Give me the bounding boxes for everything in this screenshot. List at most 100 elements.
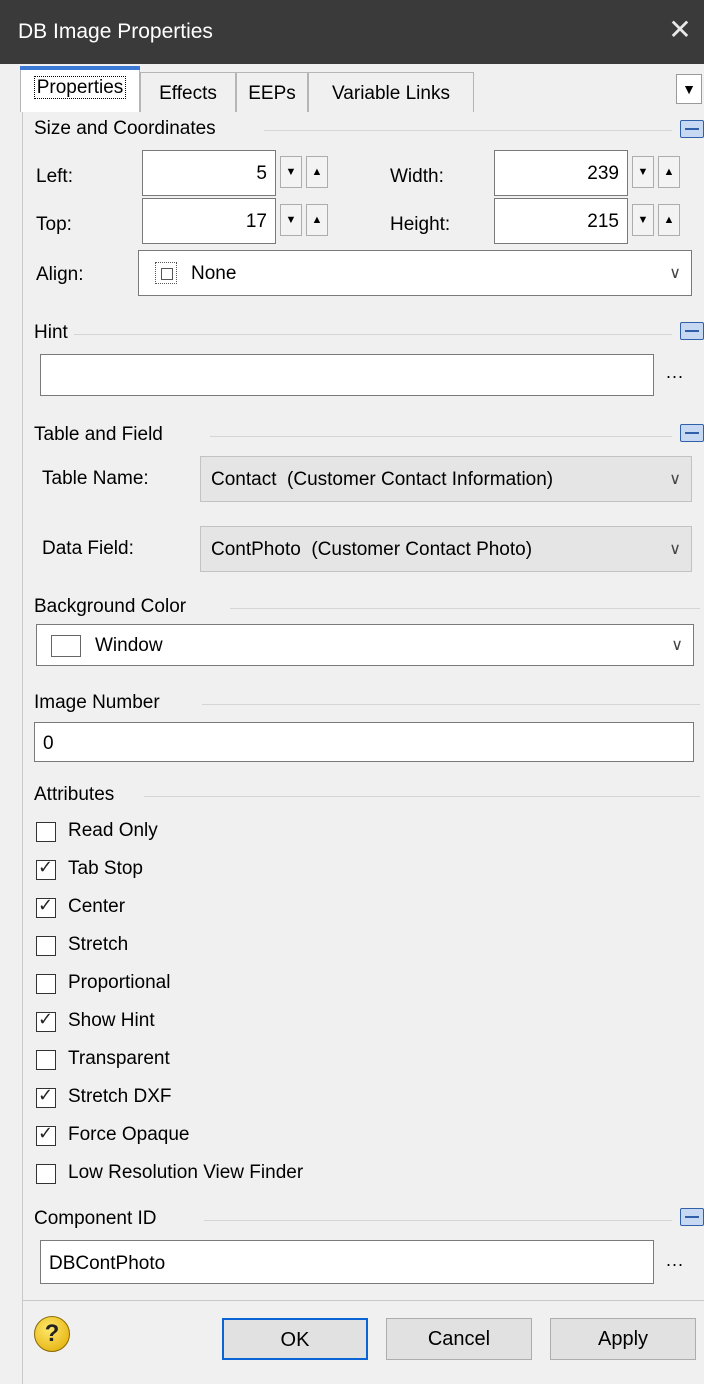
tab-variable-links[interactable]: Variable Links bbox=[308, 72, 474, 112]
chevron-down-icon: ∨ bbox=[669, 471, 681, 488]
check-icon: ✓ bbox=[38, 857, 54, 877]
checkbox-label: Proportional bbox=[68, 972, 171, 993]
chevron-down-icon: ∨ bbox=[669, 265, 681, 282]
tabs-overflow-icon[interactable]: ▼ bbox=[676, 74, 702, 104]
height-spin-down-icon[interactable]: ▼ bbox=[632, 204, 654, 236]
section-divider bbox=[144, 796, 700, 797]
component-browse-button[interactable]: ... bbox=[666, 1250, 684, 1271]
checkbox-label: Stretch DXF bbox=[68, 1086, 172, 1107]
attribute-checkbox-row[interactable]: ✓ Show Hint bbox=[36, 1009, 636, 1038]
checkbox[interactable]: ✓ bbox=[36, 1085, 56, 1108]
checkbox-label: Read Only bbox=[68, 820, 158, 841]
check-icon: ✓ bbox=[38, 1085, 54, 1105]
checkbox[interactable] bbox=[36, 1050, 56, 1070]
color-swatch bbox=[51, 635, 81, 657]
hint-input[interactable] bbox=[40, 354, 654, 396]
data-field-label: Data Field: bbox=[42, 538, 134, 559]
checkbox-label: Low Resolution View Finder bbox=[68, 1162, 304, 1183]
top-spin-up-icon[interactable]: ▲ bbox=[306, 204, 328, 236]
help-icon[interactable]: ? bbox=[34, 1316, 70, 1352]
align-select[interactable]: None ∨ bbox=[138, 250, 692, 296]
align-none-icon bbox=[155, 262, 177, 284]
checkbox-label: Center bbox=[68, 896, 126, 917]
tab-properties[interactable]: Properties bbox=[20, 66, 140, 112]
section-title-component-id: Component ID bbox=[34, 1208, 157, 1229]
checkbox-label: Tab Stop bbox=[68, 858, 143, 879]
left-spin-down-icon[interactable]: ▼ bbox=[280, 156, 302, 188]
attribute-checkbox-row[interactable]: Read Only bbox=[36, 820, 636, 848]
section-title-size: Size and Coordinates bbox=[34, 118, 216, 139]
tab-properties-label: Properties bbox=[33, 76, 127, 99]
align-label: Align: bbox=[36, 264, 84, 285]
checkbox[interactable] bbox=[36, 822, 56, 842]
ok-button[interactable]: OK bbox=[222, 1318, 368, 1360]
component-id-input[interactable]: DBContPhoto bbox=[40, 1240, 654, 1284]
attribute-checkbox-row[interactable]: ✓ Stretch DXF bbox=[36, 1085, 636, 1114]
attribute-checkbox-row[interactable]: Proportional bbox=[36, 972, 636, 1000]
table-name-select[interactable]: Contact (Customer Contact Information) ∨ bbox=[200, 456, 692, 502]
background-color-select[interactable]: Window ∨ bbox=[36, 624, 694, 666]
section-title-attributes: Attributes bbox=[34, 784, 115, 805]
data-field-value: ContPhoto (Customer Contact Photo) bbox=[211, 539, 533, 560]
checkbox-label: Transparent bbox=[68, 1048, 170, 1069]
check-icon: ✓ bbox=[38, 1123, 54, 1143]
tab-eeps-label: EEPs bbox=[248, 83, 296, 104]
collapse-table-field-icon[interactable] bbox=[680, 424, 704, 442]
section-divider bbox=[74, 334, 672, 335]
table-name-label: Table Name: bbox=[42, 468, 149, 489]
height-spin-up-icon[interactable]: ▲ bbox=[658, 204, 680, 236]
left-label: Left: bbox=[36, 166, 73, 187]
collapse-component-icon[interactable] bbox=[680, 1208, 704, 1226]
cancel-button[interactable]: Cancel bbox=[386, 1318, 532, 1360]
hint-browse-button[interactable]: ... bbox=[666, 362, 684, 383]
checkbox[interactable] bbox=[36, 1164, 56, 1184]
checkbox[interactable]: ✓ bbox=[36, 857, 56, 880]
section-title-image-number: Image Number bbox=[34, 692, 160, 713]
table-name-value: Contact (Customer Contact Information) bbox=[211, 469, 554, 490]
tab-effects[interactable]: Effects bbox=[140, 72, 236, 112]
section-title-table-field: Table and Field bbox=[34, 424, 163, 445]
checkbox-label: Force Opaque bbox=[68, 1124, 190, 1145]
width-input[interactable]: 239 bbox=[494, 150, 628, 196]
align-value: None bbox=[191, 263, 237, 284]
attribute-checkbox-row[interactable]: ✓ Tab Stop bbox=[36, 857, 636, 886]
data-field-select[interactable]: ContPhoto (Customer Contact Photo) ∨ bbox=[200, 526, 692, 572]
width-spin-down-icon[interactable]: ▼ bbox=[632, 156, 654, 188]
checkbox[interactable]: ✓ bbox=[36, 1123, 56, 1146]
height-input[interactable]: 215 bbox=[494, 198, 628, 244]
chevron-down-icon: ∨ bbox=[669, 541, 681, 558]
height-label: Height: bbox=[390, 214, 451, 235]
attribute-checkbox-row[interactable]: Low Resolution View Finder bbox=[36, 1162, 636, 1190]
section-divider bbox=[264, 130, 672, 131]
footer-divider bbox=[22, 1300, 704, 1301]
section-divider bbox=[204, 1220, 672, 1221]
checkbox[interactable] bbox=[36, 936, 56, 956]
background-color-value: Window bbox=[95, 635, 163, 656]
width-spin-up-icon[interactable]: ▲ bbox=[658, 156, 680, 188]
checkbox[interactable]: ✓ bbox=[36, 1009, 56, 1032]
check-icon: ✓ bbox=[38, 895, 54, 915]
tab-variable-links-label: Variable Links bbox=[332, 83, 450, 104]
attribute-checkbox-row[interactable]: ✓ Force Opaque bbox=[36, 1123, 636, 1152]
checkbox[interactable] bbox=[36, 974, 56, 994]
tab-eeps[interactable]: EEPs bbox=[236, 72, 308, 112]
top-label: Top: bbox=[36, 214, 72, 235]
attribute-checkbox-row[interactable]: Stretch bbox=[36, 934, 636, 962]
apply-button[interactable]: Apply bbox=[550, 1318, 696, 1360]
collapse-size-icon[interactable] bbox=[680, 120, 704, 138]
top-spin-down-icon[interactable]: ▼ bbox=[280, 204, 302, 236]
check-icon: ✓ bbox=[38, 1009, 54, 1029]
width-label: Width: bbox=[390, 166, 444, 187]
tab-effects-label: Effects bbox=[159, 83, 217, 104]
chevron-down-icon: ∨ bbox=[671, 637, 683, 654]
checkbox[interactable]: ✓ bbox=[36, 895, 56, 918]
top-input[interactable]: 17 bbox=[142, 198, 276, 244]
checkbox-label: Stretch bbox=[68, 934, 129, 955]
left-input[interactable]: 5 bbox=[142, 150, 276, 196]
collapse-hint-icon[interactable] bbox=[680, 322, 704, 340]
left-spin-up-icon[interactable]: ▲ bbox=[306, 156, 328, 188]
close-icon[interactable]: ✕ bbox=[664, 14, 696, 46]
attribute-checkbox-row[interactable]: Transparent bbox=[36, 1048, 636, 1076]
image-number-input[interactable]: 0 bbox=[34, 722, 694, 762]
attribute-checkbox-row[interactable]: ✓ Center bbox=[36, 895, 636, 924]
